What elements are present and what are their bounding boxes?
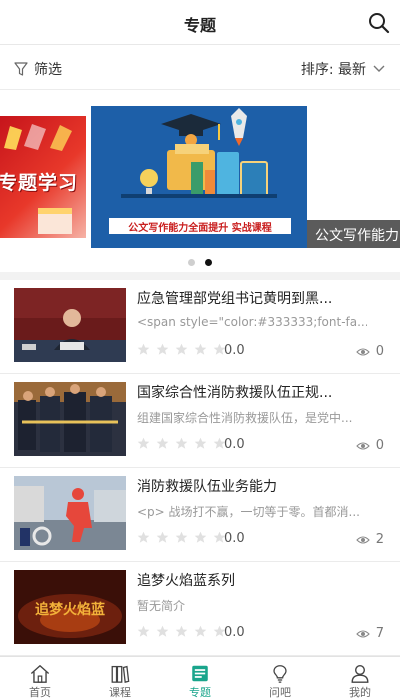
banner-main-caption: 公文写作能力全面提升 实战课程 (128, 223, 272, 234)
tab-label: 课程 (109, 686, 131, 699)
thumbnail (14, 288, 126, 362)
view-count: 2 (355, 532, 384, 547)
tab-mine[interactable]: 我的 (320, 657, 400, 700)
list-item[interactable]: 应急管理部党组书记黄明到黑... <span style="color:#333… (0, 280, 400, 374)
topic-icon (192, 665, 208, 682)
eye-icon (355, 347, 370, 356)
item-description: <p> 战场打不赢，一切等于零。首都消... (137, 505, 360, 519)
filter-icon (14, 62, 28, 76)
thumbnail (14, 382, 126, 456)
view-count-value: 0 (375, 344, 384, 359)
rating-stars (137, 531, 226, 544)
eye-icon (355, 535, 370, 544)
view-count-value: 2 (375, 532, 384, 547)
star-icon (194, 625, 207, 637)
view-count-value: 7 (375, 626, 384, 641)
star-icon (137, 531, 150, 543)
search-icon[interactable] (368, 12, 390, 34)
star-icon (194, 437, 207, 449)
tab-label: 首页 (29, 686, 51, 699)
tab-label: 我的 (349, 686, 371, 699)
view-count: 7 (355, 626, 384, 641)
item-description: <span style="color:#333333;font-fa... (137, 315, 367, 329)
banner-slide-writing-course[interactable]: 公文写作能力全面提升 实战课程 (91, 106, 307, 248)
item-title[interactable]: 应急管理部党组书记黄明到黑... (137, 288, 357, 308)
header: 专题 (0, 0, 400, 45)
item-score: 0.0 (224, 531, 245, 546)
chevron-down-icon (373, 65, 385, 72)
item-description: 暂无简介 (137, 599, 186, 613)
star-icon (194, 531, 207, 543)
thumbnail (14, 476, 126, 550)
filter-bar: 筛选 排序: 最新 (0, 46, 400, 90)
star-icon (175, 625, 188, 637)
star-icon (175, 531, 188, 543)
section-divider (0, 272, 400, 280)
rating-stars (137, 625, 226, 638)
star-icon (156, 343, 169, 355)
star-icon (137, 437, 150, 449)
banner-slide-topic-study[interactable]: 专题学习 (0, 116, 86, 238)
flags-illustration (4, 124, 72, 151)
tab-home[interactable]: 首页 (0, 657, 80, 700)
item-score: 0.0 (224, 343, 245, 358)
tab-label: 专题 (189, 686, 211, 699)
eye-icon (355, 629, 370, 638)
star-icon (137, 625, 150, 637)
banner-carousel[interactable]: 专题学习 公文写作能力全面提升 实战课程 公文写作能力 (0, 90, 400, 270)
eye-icon (355, 441, 370, 450)
star-icon (175, 437, 188, 449)
star-icon (194, 343, 207, 355)
banner-slide-caption-overlay[interactable]: 公文写作能力 (307, 220, 400, 248)
sort-dropdown[interactable]: 排序: 最新 (301, 59, 386, 79)
star-icon (175, 343, 188, 355)
star-icon (156, 531, 169, 543)
list-item[interactable]: 消防救援队伍业务能力 <p> 战场打不赢，一切等于零。首都消... 0.0 2 (0, 468, 400, 562)
carousel-dot-2[interactable] (205, 259, 212, 266)
item-description: 组建国家综合性消防救援队伍，是党中... (137, 411, 353, 425)
list-item[interactable]: 追梦火焰蓝 追梦火焰蓝系列 暂无简介 0.0 7 (0, 562, 400, 656)
thumbnail-title-art: 追梦火焰蓝 (35, 601, 105, 618)
rating-stars (137, 343, 226, 356)
thumbnail: 追梦火焰蓝 (14, 570, 126, 644)
banner-left-caption: 专题学习 (0, 172, 79, 194)
home-icon (30, 665, 50, 683)
star-icon (137, 343, 150, 355)
user-icon (351, 665, 369, 683)
view-count: 0 (355, 344, 384, 359)
carousel-indicator (0, 259, 400, 267)
tab-label: 问吧 (269, 686, 291, 699)
item-score: 0.0 (224, 625, 245, 640)
star-icon (156, 437, 169, 449)
star-icon (156, 625, 169, 637)
filter-label: 筛选 (34, 62, 62, 78)
sort-label: 排序: 最新 (300, 62, 366, 78)
tab-courses[interactable]: 课程 (80, 657, 160, 700)
view-count-value: 0 (375, 438, 384, 453)
item-title[interactable]: 国家综合性消防救援队伍正规... (137, 382, 357, 402)
lightbulb-icon (273, 665, 287, 683)
carousel-dot-1[interactable] (188, 259, 195, 266)
book-icon (111, 665, 130, 683)
rating-stars (137, 437, 226, 450)
item-title[interactable]: 消防救援队伍业务能力 (137, 476, 357, 496)
view-count: 0 (355, 438, 384, 453)
filter-button[interactable]: 筛选 (14, 59, 62, 79)
list-item[interactable]: 国家综合性消防救援队伍正规... 组建国家综合性消防救援队伍，是党中... 0.… (0, 374, 400, 468)
bottom-tab-bar: 首页 课程 专题 问吧 我的 (0, 656, 400, 700)
item-score: 0.0 (224, 437, 245, 452)
tab-ask[interactable]: 问吧 (240, 657, 320, 700)
item-title[interactable]: 追梦火焰蓝系列 (137, 570, 357, 590)
building-illustration (38, 208, 72, 234)
banner-right-caption: 公文写作能力 (315, 228, 399, 244)
tab-topics[interactable]: 专题 (160, 657, 240, 700)
banner-main-caption-box: 公文写作能力全面提升 实战课程 (109, 218, 291, 234)
page-title: 专题 (183, 16, 216, 35)
